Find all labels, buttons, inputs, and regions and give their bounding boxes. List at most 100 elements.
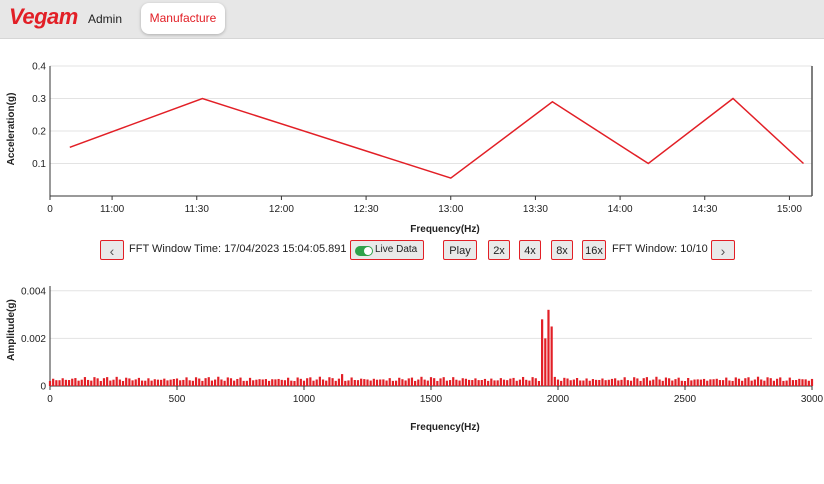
fft-bar (150, 380, 153, 386)
fft-bar (172, 379, 175, 386)
fft-bar (248, 377, 252, 386)
fft-bar (328, 377, 331, 386)
fft-window-time: FFT Window Time: 17/04/2023 15:04:05.891 (129, 243, 347, 255)
line-chart-grid (50, 65, 812, 164)
fft-bar (347, 380, 350, 386)
fft-bar (541, 319, 544, 386)
fft-bar (366, 379, 369, 386)
fft-bar (474, 378, 477, 386)
fft-bar (410, 377, 414, 386)
fft-bar (356, 380, 360, 386)
fft-bar (258, 379, 261, 386)
fft-amplitude-bar-chart: 0 0.002 0.004 0 500 1000 1500 2000 2500 3000 Freq… (6, 286, 824, 433)
fft-bar (191, 380, 194, 386)
fft-bar (350, 377, 353, 386)
line-chart-x-tick-label: 14:00 (608, 204, 633, 215)
fft-bar (804, 379, 807, 386)
fft-bar (582, 380, 585, 386)
fft-bar (404, 380, 407, 386)
line-chart-x-tick-label: 13:00 (438, 204, 463, 215)
fft-bar (595, 379, 598, 386)
speed-16x-button[interactable]: 16x (582, 240, 606, 260)
fft-bar (163, 378, 166, 386)
fft-bar (166, 380, 169, 386)
fft-bar (420, 376, 423, 386)
fft-bar (658, 379, 661, 386)
fft-bar (566, 378, 569, 386)
bar-chart-x-tick-label: 0 (47, 394, 53, 405)
fft-bar (779, 377, 782, 386)
fft-bar (198, 378, 201, 386)
fft-bar (233, 380, 236, 386)
previous-window-button[interactable]: ‹ (100, 240, 124, 260)
fft-bar (591, 379, 595, 386)
fft-bar (207, 377, 210, 386)
fft-bar (77, 380, 80, 386)
bar-chart-axes (49, 286, 812, 387)
bar-chart-x-tick-label: 2500 (674, 394, 697, 405)
fft-bar (563, 377, 566, 386)
fft-bar (341, 374, 344, 386)
fft-bar (442, 377, 445, 386)
fft-bar (204, 378, 207, 386)
nav-tab-manufacture[interactable]: Manufacture (141, 3, 225, 34)
fft-bar (242, 380, 245, 386)
fft-bar (277, 378, 280, 386)
speed-2x-button[interactable]: 2x (488, 240, 510, 260)
bar-chart-y-tick-label: 0 (40, 382, 46, 393)
fft-bar (750, 380, 753, 386)
fft-bar (302, 380, 306, 386)
fft-bar (499, 378, 502, 386)
fft-bar (140, 380, 144, 386)
next-window-button[interactable]: › (711, 240, 735, 260)
bar-chart-x-axis-label: Frequency(Hz) (410, 422, 479, 433)
live-data-toggle[interactable]: Live Data (350, 240, 424, 260)
fft-bar (633, 377, 636, 386)
fft-bar (210, 380, 214, 386)
fft-bar (71, 378, 74, 386)
fft-bar (445, 380, 448, 386)
fft-bar (433, 378, 436, 386)
speed-4x-button[interactable]: 4x (519, 240, 541, 260)
fft-bar (496, 380, 499, 386)
fft-bar (360, 378, 363, 386)
fft-bar (112, 379, 115, 386)
fft-bar (766, 377, 769, 386)
fft-bar (388, 378, 391, 386)
fft-bar (147, 378, 150, 386)
fft-bar (528, 380, 531, 386)
top-nav-bar: Vegam Admin Manufacture (0, 0, 824, 39)
fft-bar (468, 379, 471, 386)
fft-bar (363, 379, 366, 386)
fft-bar (769, 378, 772, 386)
fft-bar (93, 377, 96, 386)
fft-bar (309, 377, 312, 386)
fft-bar (772, 380, 775, 386)
acceleration-line-chart: 0.1 0.2 0.3 0.4 0 11:00 11:30 12:00 12:30 13:00 13… (6, 62, 813, 235)
live-data-label: Live Data (375, 244, 418, 255)
fft-bar (807, 380, 810, 386)
line-chart-x-tick-label: 11:00 (100, 204, 125, 215)
play-button[interactable]: Play (443, 240, 477, 260)
fft-bar (179, 380, 182, 386)
fft-bar (55, 380, 58, 386)
fft-bar (674, 379, 677, 386)
nav-tab-admin[interactable]: Admin (88, 12, 122, 26)
fft-bar (64, 379, 67, 386)
fft-bar (115, 376, 118, 386)
fft-bar (506, 380, 509, 386)
fft-bar (131, 380, 134, 386)
speed-8x-button[interactable]: 8x (551, 240, 573, 260)
bar-chart-ticks: 0 0.002 0.004 0 500 1000 1500 2000 2500 3000 (21, 286, 824, 405)
fft-bar (87, 379, 90, 386)
vegam-logo[interactable]: Vegam (9, 4, 78, 30)
fft-bar (801, 379, 804, 386)
bar-chart-grid (50, 290, 812, 387)
fft-bar (109, 380, 112, 386)
fft-bar (283, 380, 287, 386)
fft-bar (737, 378, 741, 386)
fft-bar (531, 377, 534, 386)
fft-bar (236, 378, 239, 386)
fft-bar (487, 380, 490, 386)
fft-bar (423, 379, 426, 386)
